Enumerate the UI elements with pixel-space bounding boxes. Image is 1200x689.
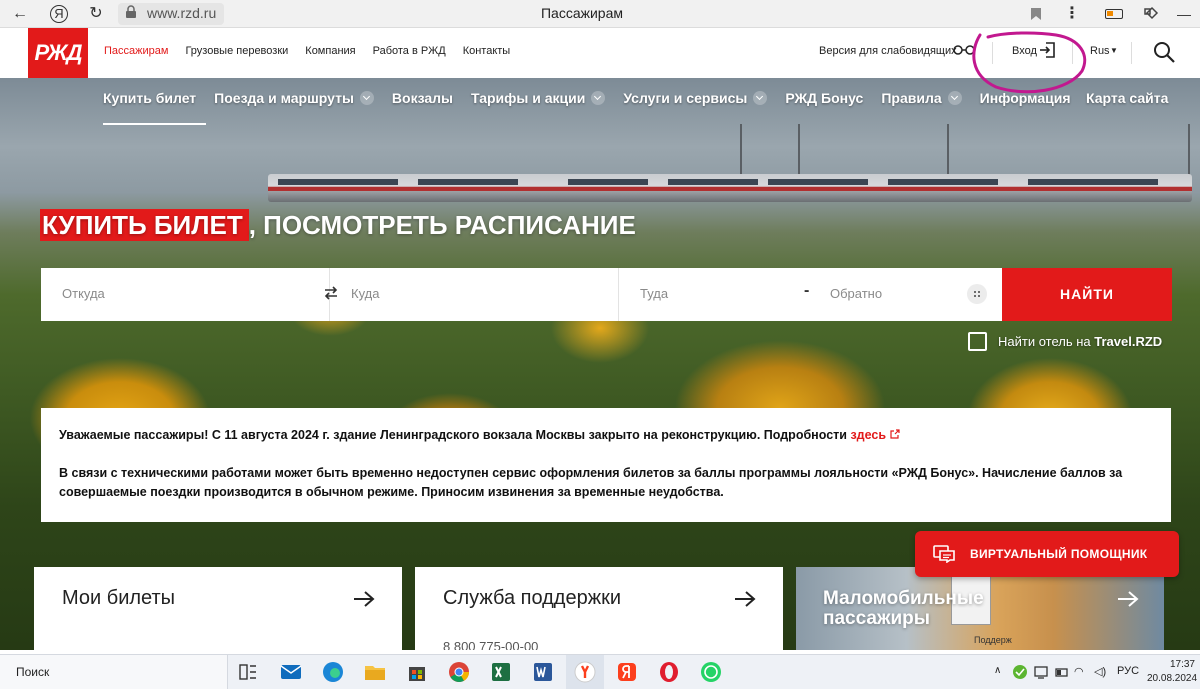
rzd-logo[interactable]: РЖД	[28, 28, 88, 78]
notice-paragraph: Уважаемые пассажиры! С 11 августа 2024 г…	[59, 426, 1153, 445]
input-language[interactable]: РУС	[1117, 665, 1139, 677]
top-nav: Пассажирам Грузовые перевозки Компания Р…	[104, 45, 527, 57]
main-nav-services[interactable]: Услуги и сервисы	[623, 90, 768, 106]
antivirus-icon[interactable]	[1012, 664, 1028, 680]
yandex-browser-icon[interactable]	[573, 660, 597, 684]
chevron-down-icon	[947, 91, 962, 105]
top-nav-contacts[interactable]: Контакты	[463, 45, 511, 57]
hotel-checkbox[interactable]	[968, 332, 987, 351]
from-field[interactable]: Откуда	[41, 268, 338, 321]
catenary-pole	[740, 124, 742, 180]
search-icon[interactable]	[1152, 40, 1176, 64]
chat-icon	[933, 545, 955, 563]
top-nav-company[interactable]: Компания	[305, 45, 355, 57]
opera-icon[interactable]	[657, 660, 681, 684]
annotation-circle	[972, 31, 1087, 94]
sitemap-link[interactable]: Карта сайта	[1086, 90, 1168, 106]
extensions-icon[interactable]	[1142, 5, 1160, 23]
main-nav-buy-ticket[interactable]: Купить билет	[103, 90, 196, 106]
arrow-right-icon	[1118, 591, 1139, 607]
chevron-down-icon	[591, 91, 606, 105]
top-nav-passengers[interactable]: Пассажирам	[104, 45, 168, 57]
network-icon[interactable]	[1033, 664, 1049, 680]
card-title: Мои билеты	[62, 587, 176, 609]
notice-paragraph: В связи с техническими работами может бы…	[59, 466, 1123, 499]
top-nav-careers[interactable]: Работа в РЖД	[373, 45, 446, 57]
volume-icon[interactable]: ◁)	[1094, 665, 1106, 678]
battery-icon	[1105, 9, 1123, 19]
active-nav-indicator	[103, 123, 206, 125]
screen: ← Я ↻ www.rzd.ru Пассажирам ⋮ — РЖД Пасс…	[0, 0, 1200, 689]
hotel-label[interactable]: Найти отель на Travel.RZD	[998, 334, 1162, 349]
find-button[interactable]: НАЙТИ	[1002, 268, 1172, 321]
virtual-assistant-button[interactable]: ВИРТУАЛЬНЫЙ ПОМОЩНИК	[915, 531, 1179, 577]
header-divider	[1131, 42, 1132, 64]
support-phone[interactable]: 8 800 775-00-00	[443, 639, 538, 650]
dates-field[interactable]: Туда Обратно	[619, 268, 1002, 321]
chevron-down-icon	[753, 91, 768, 105]
hero-banner: Купить билет Поезда и маршруты Вокзалы Т…	[0, 78, 1200, 650]
main-nav-tariffs[interactable]: Тарифы и акции	[471, 90, 606, 106]
card-title: Служба поддержки	[443, 587, 622, 609]
ticket-search-form: Откуда Куда Туда Обратно - НАЙТИ	[41, 268, 1172, 321]
edge-icon[interactable]	[321, 660, 345, 684]
train-image	[268, 174, 1192, 202]
support-card[interactable]: Служба поддержки 8 800 775-00-00	[415, 567, 783, 650]
top-nav-freight[interactable]: Грузовые перевозки	[185, 45, 288, 57]
catenary-pole	[1188, 124, 1190, 180]
arrow-right-icon	[354, 591, 375, 607]
file-explorer-icon[interactable]	[363, 660, 387, 684]
main-nav-stations[interactable]: Вокзалы	[392, 90, 453, 106]
chrome-icon[interactable]	[447, 660, 471, 684]
main-nav-trains[interactable]: Поезда и маршруты	[214, 90, 374, 106]
excel-icon[interactable]	[489, 660, 513, 684]
yandex-icon[interactable]	[615, 660, 639, 684]
windows-taskbar: Поиск ∧ ◠ ◁) РУС 17:37 20.08.2024	[0, 654, 1200, 689]
notice-box: Уважаемые пассажиры! С 11 августа 2024 г…	[41, 408, 1171, 522]
date-separator: -	[804, 282, 810, 299]
back-icon[interactable]: ←	[10, 4, 30, 24]
wifi-icon[interactable]: ◠	[1074, 665, 1084, 678]
menu-dots-icon[interactable]: ⋮	[1062, 4, 1082, 24]
clock[interactable]: 17:37 20.08.2024	[1147, 658, 1197, 686]
bookmark-icon[interactable]	[1030, 7, 1042, 21]
chevron-down-icon	[359, 91, 374, 105]
sign-text: Поддерж	[974, 635, 1012, 645]
whatsapp-icon[interactable]	[699, 660, 723, 684]
main-nav-rules[interactable]: Правила	[881, 90, 962, 106]
minimize-icon[interactable]: —	[1174, 4, 1194, 24]
url-text[interactable]: www.rzd.ru	[147, 5, 216, 21]
battery-icon[interactable]	[1054, 664, 1070, 680]
lock-icon	[126, 5, 136, 18]
mail-icon[interactable]	[279, 660, 303, 684]
chevron-up-icon[interactable]: ∧	[994, 665, 1001, 676]
catenary-pole	[947, 124, 949, 180]
catenary-pole	[798, 124, 800, 180]
taskbar-search[interactable]: Поиск	[0, 655, 228, 689]
accessibility-link[interactable]: Версия для слабовидящих	[819, 45, 957, 57]
to-field[interactable]: Куда	[330, 268, 619, 321]
details-link[interactable]: здесь	[850, 428, 886, 442]
browser-toolbar: ← Я ↻ www.rzd.ru Пассажирам ⋮ —	[0, 0, 1200, 28]
tab-title: Пассажирам	[540, 5, 624, 21]
hero-title: КУПИТЬ БИЛЕТ, ПОСМОТРЕТЬ РАСПИСАНИЕ	[40, 209, 636, 241]
store-icon[interactable]	[405, 660, 429, 684]
my-tickets-card[interactable]: Мои билеты	[34, 567, 402, 650]
calendar-icon[interactable]	[967, 284, 987, 304]
return-date[interactable]: Обратно	[830, 286, 882, 301]
external-link-icon[interactable]	[890, 429, 900, 439]
mobility-card[interactable]: Поддерж Маломобильные пассажиры	[796, 567, 1164, 650]
word-icon[interactable]	[531, 660, 555, 684]
language-selector[interactable]: Rus	[1090, 45, 1110, 57]
depart-date[interactable]: Туда	[640, 286, 668, 301]
card-title: Маломобильные пассажиры	[823, 588, 984, 629]
main-nav-bonus[interactable]: РЖД Бонус	[785, 90, 863, 106]
yandex-icon[interactable]: Я	[50, 5, 68, 23]
arrow-right-icon	[735, 591, 756, 607]
reload-icon[interactable]: ↻	[86, 4, 106, 24]
task-view-icon[interactable]	[236, 660, 260, 684]
main-nav: Купить билет Поезда и маршруты Вокзалы Т…	[103, 90, 1088, 106]
caret-down-icon[interactable]: ▼	[1110, 46, 1118, 55]
